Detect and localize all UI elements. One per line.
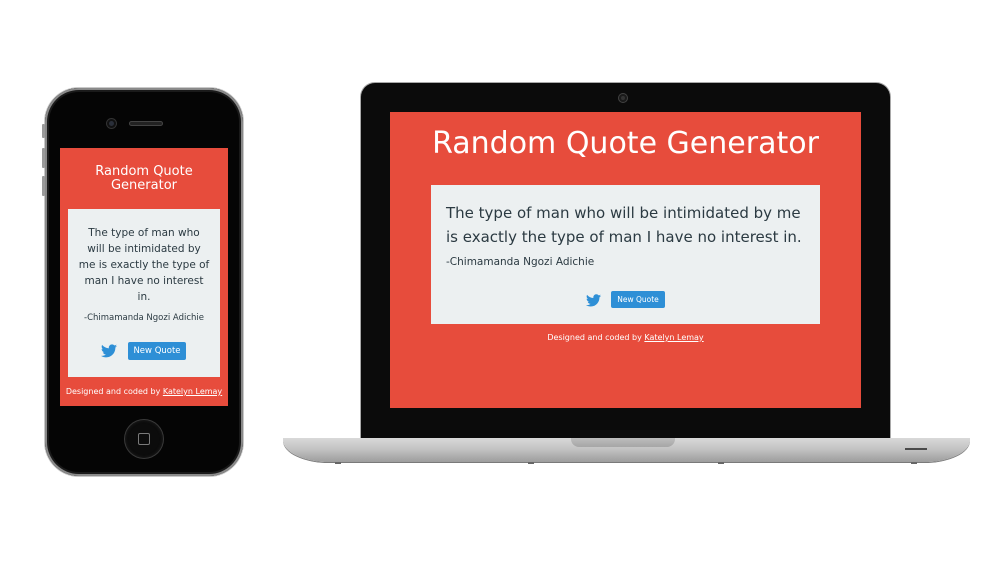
- laptop-foot: [911, 462, 917, 464]
- phone-volume-up-button: [42, 148, 45, 168]
- quote-text: The type of man who will be intimidated …: [446, 204, 802, 246]
- laptop-foot: [528, 462, 534, 464]
- quote-card: The type of man who will be intimidated …: [68, 209, 220, 377]
- phone-front-camera: [107, 119, 116, 128]
- new-quote-button[interactable]: New Quote: [128, 342, 186, 360]
- phone-home-button: [125, 420, 163, 458]
- author-link[interactable]: Katelyn Lemay: [644, 333, 703, 342]
- footer-text: Designed and coded by: [547, 333, 642, 342]
- footer-credit: Designed and coded by Katelyn Lemay: [60, 387, 228, 396]
- laptop-screen: Random Quote Generator The type of man w…: [390, 112, 861, 408]
- laptop-indicator-light: [905, 448, 927, 450]
- page-title: Random Quote Generator: [95, 164, 193, 193]
- laptop-lid-notch: [571, 438, 675, 447]
- laptop-foot: [718, 462, 724, 464]
- phone-mute-switch: [42, 124, 45, 138]
- footer-text: Designed and coded by: [65, 387, 161, 396]
- page-title: Random Quote Generator: [432, 126, 819, 161]
- laptop-mockup: Random Quote Generator The type of man w…: [361, 83, 890, 438]
- twitter-icon[interactable]: [101, 343, 117, 358]
- quote-text: The type of man who will be intimidated …: [78, 227, 210, 303]
- quote-author: -Chimamanda Ngozi Adichie: [84, 313, 204, 323]
- new-quote-button[interactable]: New Quote: [611, 291, 665, 308]
- author-link[interactable]: Katelyn Lemay: [163, 387, 222, 396]
- phone-screen: Random Quote Generator The type of man w…: [60, 148, 228, 406]
- phone-mockup: Random Quote Generator The type of man w…: [42, 88, 243, 476]
- laptop-base: [283, 438, 970, 464]
- quote-author: -Chimamanda Ngozi Adichie: [446, 256, 595, 268]
- phone-speaker: [129, 121, 163, 126]
- footer-credit: Designed and coded by Katelyn Lemay: [390, 333, 861, 342]
- phone-volume-down-button: [42, 176, 45, 196]
- laptop-foot: [335, 462, 341, 464]
- laptop-webcam: [619, 94, 627, 102]
- twitter-icon[interactable]: [586, 292, 601, 307]
- quote-card: The type of man who will be intimidated …: [431, 185, 820, 324]
